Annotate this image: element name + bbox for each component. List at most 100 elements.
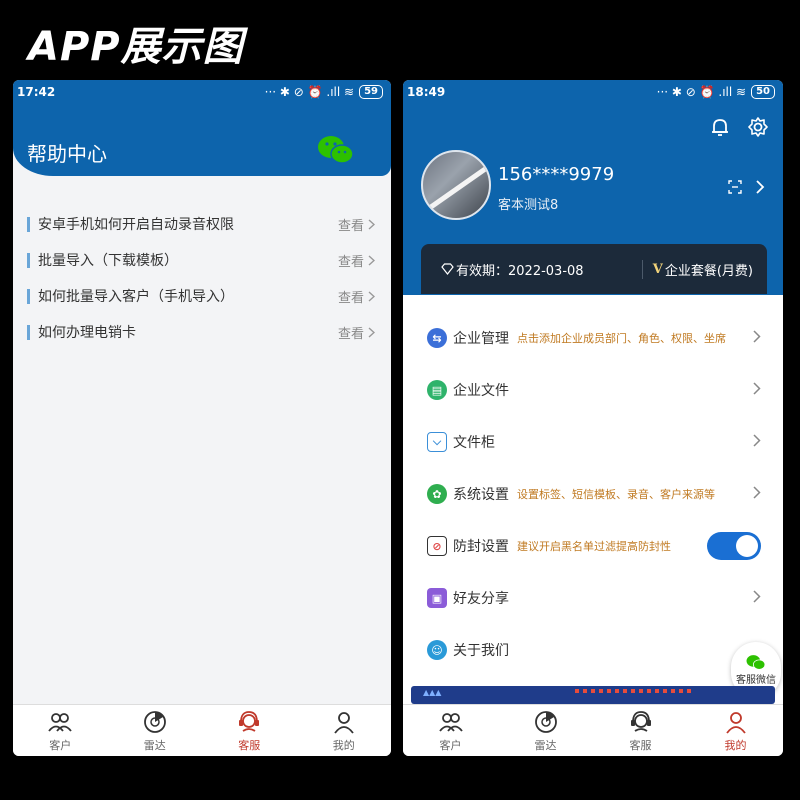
banner-title: APP展示图 [28,24,244,70]
view-link[interactable]: 查看 [338,287,364,306]
vip-mark: V [652,261,663,277]
settings-icon: ✿ [427,484,447,504]
anti-block-toggle[interactable] [707,532,761,560]
share-icon: ▣ [427,588,447,608]
file-icon: ▤ [427,380,447,400]
about-icon: ☺ [427,640,447,660]
tab-customers[interactable]: 客户 [403,705,498,756]
profile-name: 客本测试8 [498,198,559,213]
help-item-text: 安卓手机如何开启自动录音权限 [38,217,234,233]
help-item[interactable]: 安卓手机如何开启自动录音权限 查看 [13,206,391,242]
status-time: 17:42 [17,85,56,99]
qr-code-icon[interactable] [728,180,742,194]
status-bar: 18:49 ··· ✱ ⊘ ⏰ .ıll ≋ 50 [403,80,783,104]
menu-hint: 设置标签、短信模板、录音、客户来源等 [517,488,715,501]
help-item-text: 批量导入（下载模板） [38,253,178,269]
radar-icon [534,710,557,733]
menu-label: 企业管理 [453,331,509,347]
bell-icon[interactable] [709,116,731,138]
status-icons: ··· ✱ ⊘ ⏰ .ıll ≋ [264,85,355,99]
avatar[interactable] [421,150,491,220]
chevron-right-icon [753,330,761,343]
chevron-right-icon [368,326,375,338]
wechat-icon[interactable] [317,134,355,166]
view-link[interactable]: 查看 [338,215,364,234]
menu-hint: 建议开启黑名单过滤提高防封性 [517,540,671,553]
vip-expire-date: 有效期：2022-03-08 [456,263,584,279]
battery-icon: 50 [751,85,775,99]
menu-label: 企业文件 [453,383,509,399]
help-item[interactable]: 如何批量导入客户（手机导入） 查看 [13,278,391,314]
chevron-right-icon [368,218,375,230]
wechat-icon [746,655,766,670]
phone-my-profile: 18:49 ··· ✱ ⊘ ⏰ .ıll ≋ 50 156****9979 客本… [403,80,783,756]
menu-label: 系统设置 [453,487,509,503]
page-title: 帮助中心 [27,142,107,166]
headset-icon [239,710,260,732]
headset-icon [630,710,651,732]
tab-mine[interactable]: 我的 [297,705,392,756]
view-link[interactable]: 查看 [338,323,364,342]
users-icon [48,712,72,732]
tab-label: 雷达 [534,738,557,752]
tab-service[interactable]: 客服 [593,705,688,756]
gear-icon[interactable] [747,116,769,138]
menu-hint: 点击添加企业成员部门、角色、权限、坐席 [517,332,726,345]
tab-radar[interactable]: 雷达 [108,705,203,756]
menu-label: 关于我们 [453,643,509,659]
tab-label: 客服 [629,738,652,752]
menu-label: 防封设置 [453,539,509,555]
menu-item-share[interactable]: ▣ 好友分享 [403,572,783,624]
menu-item-about[interactable]: ☺ 关于我们 [403,624,783,676]
phone-help-center: 17:42 ··· ✱ ⊘ ⏰ .ıll ≋ 59 帮助中心 安卓手机如何开启自… [13,80,391,756]
status-time: 18:49 [407,85,446,99]
tab-service[interactable]: 客服 [202,705,297,756]
vip-plan-name: 企业套餐(月费) [664,263,753,279]
tab-label: 客户 [439,738,462,752]
menu-label: 好友分享 [453,591,509,607]
cabinet-icon: ⌵ [427,432,447,452]
profile-header: 18:49 ··· ✱ ⊘ ⏰ .ıll ≋ 50 156****9979 客本… [403,80,783,295]
kf-float-label: 客服微信 [736,675,776,686]
menu-item-anti-block[interactable]: ⊘ 防封设置 建议开启黑名单过滤提高防封性 [403,520,783,572]
diamond-icon [441,263,454,275]
chevron-right-icon [753,434,761,447]
tab-label: 雷达 [143,738,166,752]
help-item[interactable]: 如何办理电销卡 查看 [13,314,391,350]
help-item[interactable]: 批量导入（下载模板） 查看 [13,242,391,278]
menu-item-system-settings[interactable]: ✿ 系统设置 设置标签、短信模板、录音、客户来源等 [403,468,783,520]
menu-item-cabinet[interactable]: ⌵ 文件柜 [403,416,783,468]
tab-label: 客户 [49,738,72,752]
tab-customers[interactable]: 客户 [13,705,108,756]
radar-icon [143,710,166,733]
chevron-right-icon [753,382,761,395]
chevron-right-icon [753,486,761,499]
help-list: 安卓手机如何开启自动录音权限 查看 批量导入（下载模板） 查看 如何批量导入客户… [13,206,391,350]
bottom-tab-bar: 客户 雷达 客服 我的 [403,704,783,756]
chevron-right-icon [753,590,761,603]
tab-mine[interactable]: 我的 [688,705,783,756]
view-link[interactable]: 查看 [338,251,364,270]
status-bar: 17:42 ··· ✱ ⊘ ⏰ .ıll ≋ 59 [13,80,391,104]
chevron-right-icon [368,290,375,302]
status-icons: ··· ✱ ⊘ ⏰ .ıll ≋ [656,85,747,99]
menu-item-enterprise[interactable]: ⇆ 企业管理 点击添加企业成员部门、角色、权限、坐席 [403,312,783,364]
promo-banner[interactable] [411,686,775,704]
chevron-right-icon [368,254,375,266]
help-header: 17:42 ··· ✱ ⊘ ⏰ .ıll ≋ 59 帮助中心 [13,80,391,176]
person-icon [725,711,746,734]
menu-label: 文件柜 [453,435,495,451]
menu-item-enterprise-files[interactable]: ▤ 企业文件 [403,364,783,416]
tab-label: 我的 [332,738,355,752]
vip-card[interactable]: 有效期：2022-03-08 V 企业套餐(月费) [421,244,767,294]
shield-phone-icon: ⊘ [427,536,447,556]
chevron-right-icon[interactable] [756,180,765,194]
profile-phone: 156****9979 [498,164,615,185]
bottom-tab-bar: 客户 雷达 客服 我的 [13,704,391,756]
tab-label: 客服 [238,738,261,752]
help-item-text: 如何办理电销卡 [38,325,136,341]
tab-label: 我的 [724,738,747,752]
users-icon [438,712,463,732]
battery-icon: 59 [359,85,383,99]
tab-radar[interactable]: 雷达 [498,705,593,756]
